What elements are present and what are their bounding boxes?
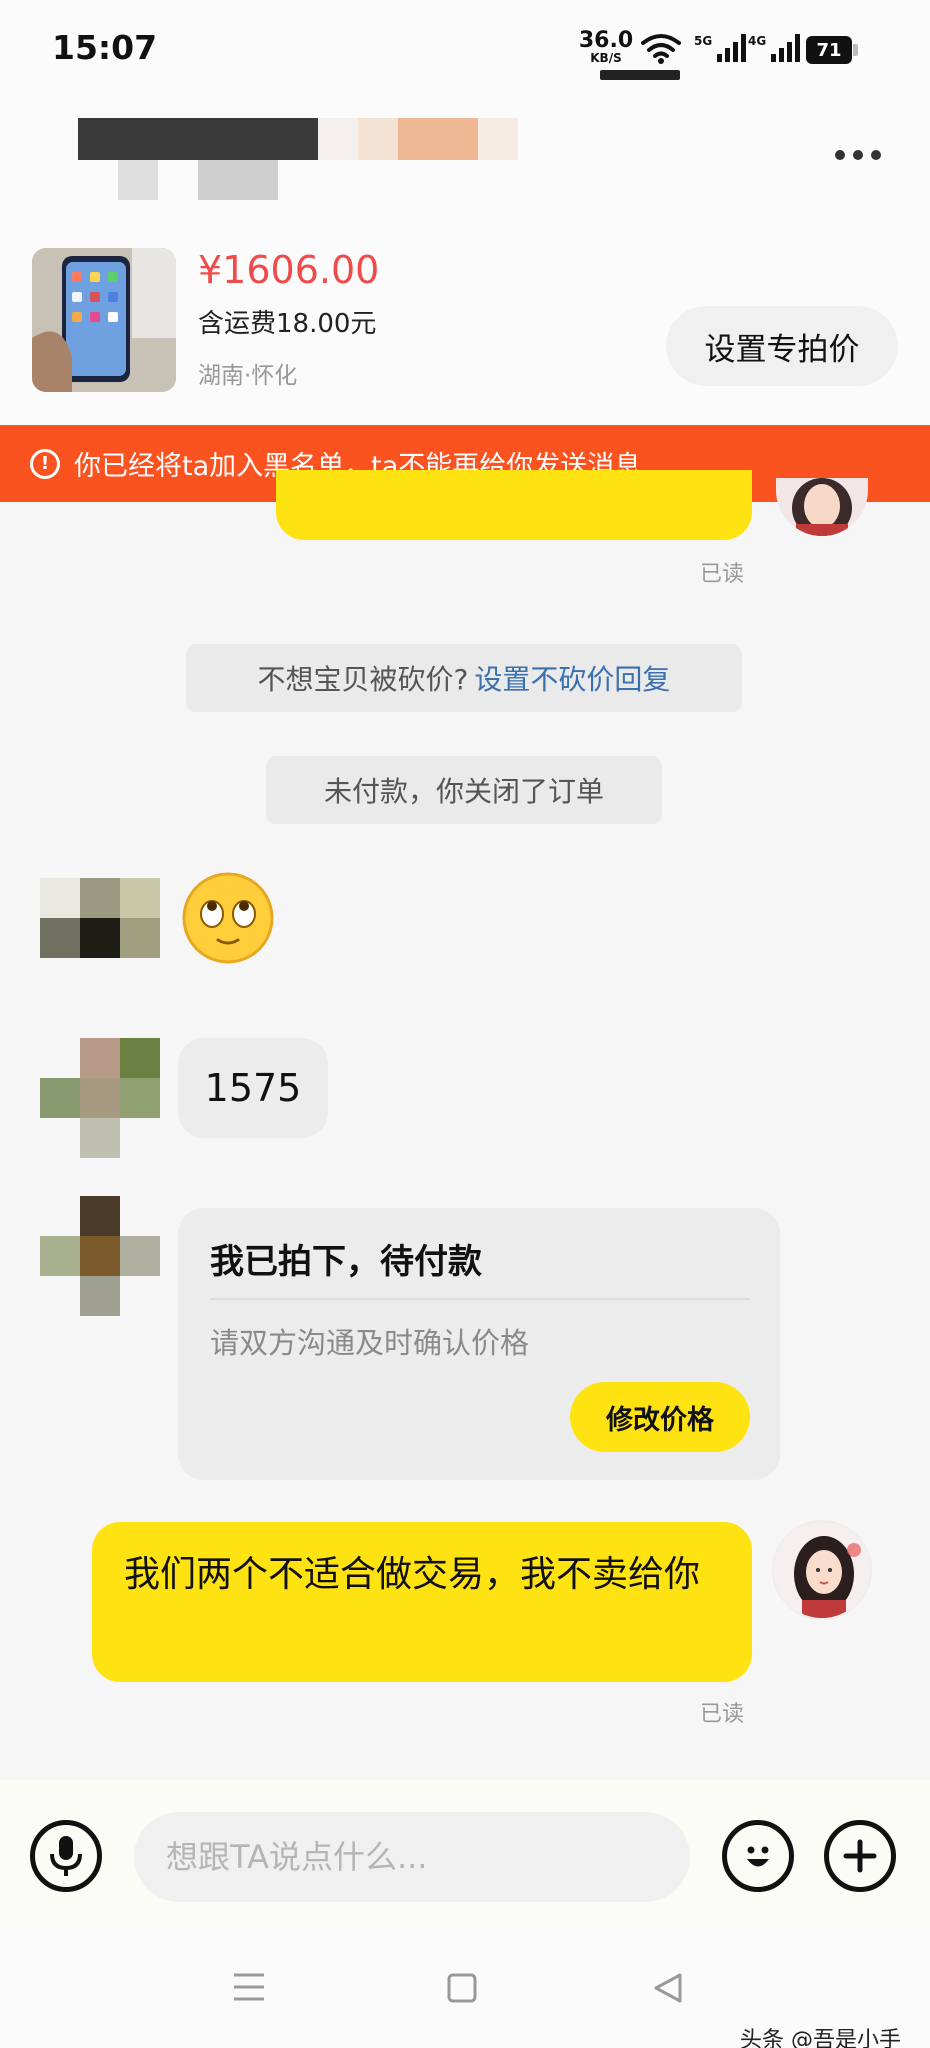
set-no-bargain-reply-link[interactable]: 设置不砍价回复 bbox=[474, 658, 670, 698]
more-actions-button[interactable] bbox=[824, 1820, 896, 1892]
order-card-subtitle: 请双方沟通及时确认价格 bbox=[210, 1326, 530, 1360]
read-receipt: 已读 bbox=[700, 1702, 745, 1727]
order-card-title: 我已拍下，待付款 bbox=[210, 1242, 482, 1282]
order-card-divider bbox=[210, 1298, 750, 1300]
emoji-button[interactable] bbox=[722, 1820, 794, 1892]
smiley-face-icon bbox=[747, 1846, 769, 1867]
product-thumbnail[interactable] bbox=[32, 248, 176, 392]
status-time: 15:07 bbox=[52, 28, 158, 67]
network-speed-unit: KB/S bbox=[590, 51, 622, 65]
buyer-avatar[interactable] bbox=[40, 878, 160, 958]
buyer-message-bubble[interactable]: 1575 bbox=[178, 1038, 328, 1138]
plus-icon bbox=[843, 1839, 877, 1873]
wifi-icon bbox=[641, 34, 681, 64]
watermark-text: 头条 @吾是小手 bbox=[740, 2028, 901, 2048]
warning-circle-icon: ! bbox=[30, 448, 60, 479]
phone-photo-image bbox=[32, 248, 176, 392]
rolling-eyes-emoji-icon bbox=[182, 872, 274, 964]
seller-avatar[interactable] bbox=[776, 478, 868, 536]
read-receipt: 已读 bbox=[700, 562, 745, 587]
shipping-fee: 含运费18.00元 bbox=[198, 309, 377, 339]
sim2-label: 4G bbox=[748, 34, 767, 48]
product-price: ¥1606.00 bbox=[198, 248, 380, 292]
back-triangle-icon[interactable] bbox=[652, 1972, 684, 2004]
battery-icon: 71 bbox=[806, 36, 858, 64]
battery-level: 71 bbox=[806, 36, 852, 64]
sim1-label: 5G bbox=[694, 34, 713, 48]
network-speed: 36.0 KB/S bbox=[578, 30, 634, 65]
signal-sim1-icon: 5G bbox=[694, 34, 747, 62]
microphone-icon bbox=[50, 1836, 82, 1876]
voice-input-button[interactable] bbox=[30, 1820, 102, 1892]
buyer-avatar[interactable] bbox=[40, 1038, 160, 1158]
bargain-notice-text: 不想宝贝被砍价? bbox=[257, 663, 469, 696]
order-status-card[interactable]: 我已拍下，待付款 请双方沟通及时确认价格 修改价格 bbox=[178, 1208, 780, 1480]
more-dots-icon[interactable] bbox=[835, 150, 881, 160]
buyer-avatar[interactable] bbox=[40, 1196, 160, 1316]
bargain-notice: 不想宝贝被砍价? 设置不砍价回复 bbox=[186, 644, 742, 712]
pixelated-contact-name bbox=[78, 118, 518, 200]
set-special-price-button[interactable]: 设置专拍价 bbox=[666, 306, 898, 386]
modify-price-button[interactable]: 修改价格 bbox=[570, 1382, 750, 1452]
order-closed-notice: 未付款，你关闭了订单 bbox=[266, 756, 662, 824]
signal-sim2-icon: 4G bbox=[748, 34, 801, 62]
seller-avatar[interactable] bbox=[772, 1520, 872, 1620]
message-input[interactable] bbox=[134, 1812, 690, 1902]
seller-message-bubble[interactable]: 我们两个不适合做交易，我不卖给你 bbox=[92, 1522, 752, 1682]
network-speed-value: 36.0 bbox=[578, 28, 634, 53]
product-location: 湖南·怀化 bbox=[198, 363, 298, 389]
seller-message-bubble-partial[interactable] bbox=[276, 470, 752, 540]
redacted-bar bbox=[600, 70, 680, 80]
home-square-icon[interactable] bbox=[446, 1972, 478, 2004]
menu-lines-icon[interactable] bbox=[232, 1972, 266, 2002]
